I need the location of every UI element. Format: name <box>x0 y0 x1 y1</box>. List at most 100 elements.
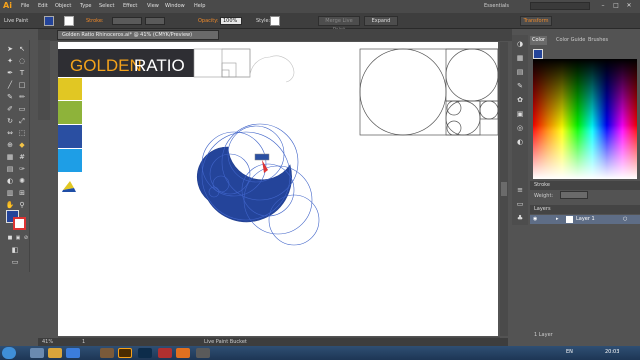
fill-swatch[interactable] <box>44 16 54 26</box>
live-paint-bucket-icon[interactable]: ◆ <box>17 140 27 150</box>
selection-tool-icon[interactable]: ➤ <box>5 44 15 54</box>
zoom-level[interactable]: 41% <box>42 339 53 345</box>
tab-brushes[interactable]: Brushes <box>586 36 610 45</box>
column-graph-icon[interactable]: ▥ <box>5 188 15 198</box>
vertical-scrollbar[interactable] <box>500 42 508 336</box>
opacity-label[interactable]: Opacity: <box>198 18 219 24</box>
graphic-style-swatch[interactable] <box>270 16 280 26</box>
artboard-svg[interactable]: GOLDEN RATIO <box>58 42 499 336</box>
stroke-color-box[interactable] <box>13 217 26 230</box>
live-paint-group[interactable] <box>196 123 320 246</box>
perspective-grid-icon[interactable]: ▦ <box>5 152 15 162</box>
taskbar-photoshop-icon[interactable] <box>138 348 152 358</box>
document-tab[interactable]: Golden Ratio Rhinoceros.ai* @ 41% (CMYK/… <box>57 30 219 40</box>
layer-name[interactable]: Layer 1 <box>576 216 595 222</box>
stroke-weight-field[interactable] <box>112 17 142 25</box>
expand-layer-icon[interactable]: ▸ <box>556 216 559 222</box>
taskbar-pdf-icon[interactable] <box>158 348 172 358</box>
none-mode-icon[interactable]: ⊘ <box>21 233 31 243</box>
brushes-icon[interactable]: ✎ <box>515 81 525 91</box>
vertical-scroll-thumb[interactable] <box>501 182 507 196</box>
menu-file[interactable]: File <box>21 3 29 9</box>
menu-select[interactable]: Select <box>99 3 114 9</box>
artboard-number[interactable]: 1 <box>82 339 85 345</box>
expand-button[interactable]: Expand <box>364 16 398 26</box>
swatches-icon[interactable]: ▤ <box>515 67 525 77</box>
menu-edit[interactable]: Edit <box>38 3 48 9</box>
color-spectrum[interactable] <box>533 59 637 179</box>
menu-view[interactable]: View <box>147 3 159 9</box>
line-tool-icon[interactable]: ╱ <box>5 80 15 90</box>
menu-window[interactable]: Window <box>165 3 185 9</box>
screen-mode-icon[interactable]: ▭ <box>10 257 20 267</box>
graphic-styles-icon[interactable]: ▣ <box>515 109 525 119</box>
menu-effect[interactable]: Effect <box>123 3 137 9</box>
blend-tool-icon[interactable]: ◐ <box>5 176 15 186</box>
blob-brush-icon[interactable]: ✐ <box>5 104 15 114</box>
taskbar-app-icon[interactable] <box>100 348 114 358</box>
minimize-icon[interactable]: – <box>598 2 608 10</box>
clock[interactable]: 20:03 <box>605 349 619 355</box>
pen-tool-icon[interactable]: ✒ <box>5 68 15 78</box>
taskbar-misc-icon[interactable] <box>196 348 210 358</box>
stroke-label[interactable]: Stroke: <box>86 18 104 24</box>
magic-wand-icon[interactable]: ✦ <box>5 56 15 66</box>
canvas-area[interactable]: GOLDEN RATIO <box>58 42 499 336</box>
direct-selection-tool-icon[interactable]: ↖ <box>17 44 27 54</box>
gradient-panel-icon[interactable]: ▭ <box>515 199 525 209</box>
taskbar-firefox-icon[interactable] <box>176 348 190 358</box>
start-button[interactable] <box>2 347 16 359</box>
pencil-icon[interactable]: ✏ <box>17 92 27 102</box>
target-circle-icon[interactable]: ○ <box>623 216 627 222</box>
type-tool-icon[interactable]: T <box>17 68 27 78</box>
layer-row[interactable]: ◉ ▸ Layer 1 ○ <box>530 215 640 224</box>
transform-button[interactable]: Transform <box>520 16 552 26</box>
artboard-tool-icon[interactable]: ⊞ <box>17 188 27 198</box>
visibility-eye-icon[interactable]: ◉ <box>533 216 537 222</box>
menu-type[interactable]: Type <box>80 3 91 9</box>
opacity-field[interactable]: 100% <box>220 17 242 25</box>
width-tool-icon[interactable]: ⇔ <box>5 128 15 138</box>
variable-width-field[interactable] <box>145 17 165 25</box>
rectangle-tool-icon[interactable]: □ <box>17 80 27 90</box>
lasso-icon[interactable]: ◌ <box>17 56 27 66</box>
tab-color-guide[interactable]: Color Guide <box>554 36 587 45</box>
close-icon[interactable]: ✕ <box>624 2 634 10</box>
mesh-tool-icon[interactable]: # <box>17 152 27 162</box>
gradient-tool-icon[interactable]: ▤ <box>5 164 15 174</box>
golden-spiral <box>249 55 295 83</box>
taskbar-illustrator-icon[interactable] <box>118 348 132 358</box>
language-indicator[interactable]: EN <box>566 349 573 355</box>
search-input[interactable] <box>530 2 590 10</box>
panel-fill-box[interactable] <box>533 49 543 59</box>
appearance-icon[interactable]: ◎ <box>515 123 525 133</box>
symbols-icon[interactable]: ✿ <box>515 95 525 105</box>
tab-color[interactable]: Color <box>530 36 548 45</box>
color-guide-icon[interactable]: ▦ <box>515 53 525 63</box>
draw-mode-icon[interactable]: ◧ <box>10 245 20 255</box>
zoom-tool-icon[interactable]: ⚲ <box>17 200 27 210</box>
merge-live-paint-button[interactable]: Merge Live Paint <box>318 16 360 33</box>
taskbar-explorer-icon[interactable] <box>30 348 44 358</box>
taskbar-ie-icon[interactable] <box>66 348 80 358</box>
shape-builder-icon[interactable]: ⊕ <box>5 140 15 150</box>
maximize-icon[interactable]: □ <box>611 2 621 10</box>
menu-object[interactable]: Object <box>55 3 71 9</box>
transparency-icon[interactable]: ◐ <box>515 137 525 147</box>
eraser-icon[interactable]: ▭ <box>17 104 27 114</box>
taskbar-folder-icon[interactable] <box>48 348 62 358</box>
rotate-tool-icon[interactable]: ↻ <box>5 116 15 126</box>
hand-tool-icon[interactable]: ✋ <box>5 200 15 210</box>
stroke-swatch[interactable] <box>64 16 74 26</box>
scale-tool-icon[interactable]: ⤢ <box>17 116 27 126</box>
free-transform-icon[interactable]: ⬚ <box>17 128 27 138</box>
workspace-switcher[interactable]: Essentials <box>484 3 509 9</box>
weight-field[interactable] <box>560 191 588 199</box>
paintbrush-icon[interactable]: ✎ <box>5 92 15 102</box>
stroke-panel-icon[interactable]: ≡ <box>515 185 525 195</box>
symbol-sprayer-icon[interactable]: ✺ <box>17 176 27 186</box>
layers-panel-icon[interactable]: ♣ <box>515 213 525 223</box>
color-panel-icon[interactable]: ◑ <box>515 39 525 49</box>
menu-help[interactable]: Help <box>194 3 205 9</box>
eyedropper-icon[interactable]: ✑ <box>17 164 27 174</box>
